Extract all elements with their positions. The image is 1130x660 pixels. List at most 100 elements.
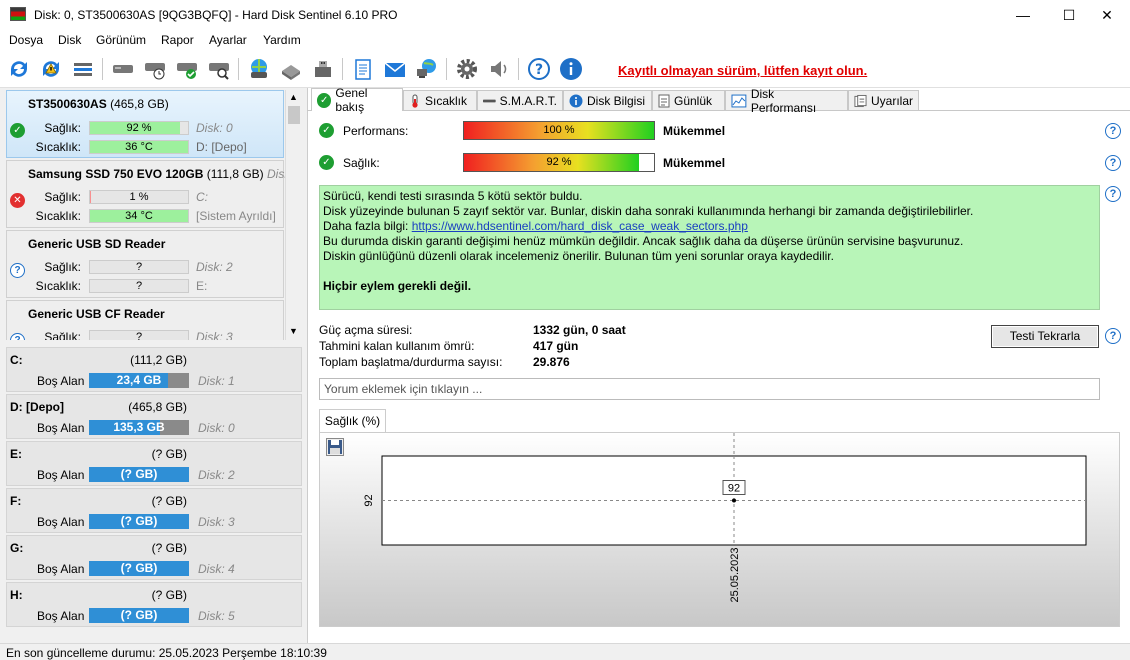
tab-label: Disk Performansı bbox=[750, 86, 817, 115]
data-point bbox=[732, 498, 736, 503]
refresh-warning-icon[interactable] bbox=[38, 56, 64, 82]
help-icon[interactable]: ? bbox=[1105, 123, 1121, 139]
disk-partition: D: [Depo] bbox=[196, 140, 247, 154]
temp-label: Sıcaklık: bbox=[35, 279, 81, 293]
window-title: Disk: 0, ST3500630AS [9QG3BQFQ] - Hard D… bbox=[34, 8, 398, 22]
disk-icon[interactable] bbox=[110, 56, 136, 82]
status-text: En son güncelleme durumu: 25.05.2023 Per… bbox=[6, 646, 327, 660]
disk-partition: E: bbox=[196, 279, 208, 293]
speaker-icon[interactable] bbox=[486, 56, 512, 82]
scroll-down-icon[interactable]: ▼ bbox=[289, 326, 298, 336]
partition-item[interactable]: D: [Depo] (465,8 GB) Boş Alan 135,3 GB D… bbox=[6, 394, 302, 439]
disk-name: Generic USB CF Reader bbox=[28, 307, 165, 321]
tab-temperature[interactable]: Sıcaklık bbox=[403, 90, 477, 110]
alerts-icon bbox=[854, 94, 867, 107]
disk-list-icon[interactable] bbox=[70, 56, 96, 82]
partition-item[interactable]: H: (? GB) Boş Alan (? GB) Disk: 5 bbox=[6, 582, 302, 627]
tab-disk-info[interactable]: Disk Bilgisi bbox=[563, 90, 652, 110]
power-on-value: 1332 gün, 0 saat bbox=[533, 323, 626, 337]
temp-bar: ? bbox=[89, 279, 189, 293]
registration-link[interactable]: Kayıtlı olmayan sürüm, lütfen kayıt olun… bbox=[618, 63, 867, 78]
disk-check-icon[interactable] bbox=[174, 56, 200, 82]
free-space-bar: (? GB) bbox=[89, 467, 189, 482]
help-icon[interactable]: ? bbox=[1105, 328, 1121, 344]
help-icon[interactable]: ? bbox=[1105, 186, 1121, 202]
chart-icon bbox=[731, 94, 747, 107]
message-line: Sürücü, kendi testi sırasında 5 kötü sek… bbox=[323, 189, 583, 203]
info-link[interactable]: https://www.hdsentinel.com/hard_disk_cas… bbox=[412, 219, 748, 233]
thermometer-icon bbox=[412, 94, 418, 108]
health-chart-area: 92 92 25.05.2023 bbox=[319, 432, 1120, 627]
menu-gorunum[interactable]: Görünüm bbox=[96, 33, 146, 47]
free-space-bar: 23,4 GB bbox=[89, 373, 189, 388]
mail-icon[interactable] bbox=[382, 56, 408, 82]
info-icon[interactable] bbox=[558, 56, 584, 82]
partition-item[interactable]: G: (? GB) Boş Alan (? GB) Disk: 4 bbox=[6, 535, 302, 580]
partition-item[interactable]: C: (111,2 GB) Boş Alan 23,4 GB Disk: 1 bbox=[6, 347, 302, 392]
x-tick-label: 25.05.2023 bbox=[729, 547, 741, 602]
close-button[interactable]: ✕ bbox=[1084, 0, 1130, 30]
partition-disk: Disk: 5 bbox=[198, 609, 235, 623]
title-bar: Disk: 0, ST3500630AS [9QG3BQFQ] - Hard D… bbox=[0, 0, 1130, 30]
partition-item[interactable]: F: (? GB) Boş Alan (? GB) Disk: 3 bbox=[6, 488, 302, 533]
usb-drive-icon[interactable] bbox=[310, 56, 336, 82]
disk-item-3[interactable]: Generic USB CF Reader ? Sağlık: ? Disk: … bbox=[6, 300, 284, 340]
menu-dosya[interactable]: Dosya bbox=[9, 33, 43, 47]
tab-disk-performance[interactable]: Disk Performansı bbox=[725, 87, 848, 115]
minimize-button[interactable]: — bbox=[1000, 0, 1046, 30]
free-space-bar: 135,3 GB bbox=[89, 420, 189, 435]
scroll-thumb[interactable] bbox=[288, 106, 300, 124]
toolbar-separator bbox=[238, 58, 239, 80]
menu-ayarlar[interactable]: Ayarlar bbox=[209, 33, 247, 47]
chart-tab-health[interactable]: Sağlık (%) bbox=[319, 409, 386, 432]
health-bar: ? bbox=[89, 330, 189, 340]
disk-item-1[interactable]: Samsung SSD 750 EVO 120GB (111,8 GB) Dis… bbox=[6, 160, 294, 228]
free-space-label: Boş Alan bbox=[37, 374, 85, 388]
message-action: Hiçbir eylem gerekli değil. bbox=[323, 279, 472, 293]
menu-disk[interactable]: Disk bbox=[58, 33, 81, 47]
tab-label: Genel bakış bbox=[335, 86, 368, 114]
tab-alerts[interactable]: Uyarılar bbox=[848, 90, 919, 110]
performance-label: Performans: bbox=[343, 124, 409, 138]
toolbar-separator bbox=[446, 58, 447, 80]
help-icon[interactable]: ? bbox=[1105, 155, 1121, 171]
startstop-value: 29.876 bbox=[533, 355, 570, 369]
retest-button[interactable]: Testi Tekrarla bbox=[991, 325, 1099, 348]
refresh-icon[interactable] bbox=[6, 56, 32, 82]
message-line: Daha fazla bilgi: https://www.hdsentinel… bbox=[323, 219, 748, 233]
health-bar: 1 % bbox=[89, 190, 189, 204]
disk-search-icon[interactable] bbox=[206, 56, 232, 82]
temp-bar: 34 °C bbox=[89, 209, 189, 223]
temp-label: Sıcaklık: bbox=[35, 209, 81, 223]
disk-name: ST3500630AS (465,8 GB) bbox=[28, 97, 169, 111]
health-label: Sağlık: bbox=[44, 121, 81, 135]
health-label: Sağlık: bbox=[44, 190, 81, 204]
disk-list-scrollbar[interactable]: ▲ ▼ bbox=[285, 90, 302, 340]
startstop-label: Toplam başlatma/durdurma sayısı: bbox=[319, 355, 503, 369]
scroll-up-icon[interactable]: ▲ bbox=[289, 92, 298, 102]
partition-disk: Disk: 0 bbox=[198, 421, 235, 435]
partition-size: (? GB) bbox=[151, 588, 187, 602]
lifetime-label: Tahmini kalan kullanım ömrü: bbox=[319, 339, 475, 353]
menu-rapor[interactable]: Rapor bbox=[161, 33, 194, 47]
menu-yardim[interactable]: Yardım bbox=[263, 33, 301, 47]
partition-item[interactable]: E: (? GB) Boş Alan (? GB) Disk: 2 bbox=[6, 441, 302, 486]
disk-item-0[interactable]: ST3500630AS (465,8 GB) ✓ Sağlık: 92 % Di… bbox=[6, 90, 284, 158]
partition-disk: Disk: 4 bbox=[198, 562, 235, 576]
tab-log[interactable]: Günlük bbox=[652, 90, 725, 110]
help-icon[interactable]: ? bbox=[526, 56, 552, 82]
disk-clock-icon[interactable] bbox=[142, 56, 168, 82]
health-bar: 92 % bbox=[89, 121, 189, 135]
disk-item-2[interactable]: Generic USB SD Reader ? Sağlık: ? Disk: … bbox=[6, 230, 284, 298]
network-icon[interactable] bbox=[414, 56, 440, 82]
tab-overview[interactable]: ✓ Genel bakış bbox=[311, 86, 403, 114]
comment-input[interactable]: Yorum eklemek için tıklayın ... bbox=[319, 378, 1100, 400]
settings-icon[interactable] bbox=[454, 56, 480, 82]
status-bar: En son güncelleme durumu: 25.05.2023 Per… bbox=[0, 643, 1130, 660]
health-bar: 92 % bbox=[463, 153, 655, 172]
tab-smart[interactable]: S.M.A.R.T. bbox=[477, 90, 563, 110]
usb-icon[interactable] bbox=[278, 56, 304, 82]
notepad-icon[interactable] bbox=[350, 56, 376, 82]
disk-name: Samsung SSD 750 EVO 120GB (111,8 GB) Dis… bbox=[28, 167, 294, 181]
network-disk-icon[interactable] bbox=[246, 56, 272, 82]
